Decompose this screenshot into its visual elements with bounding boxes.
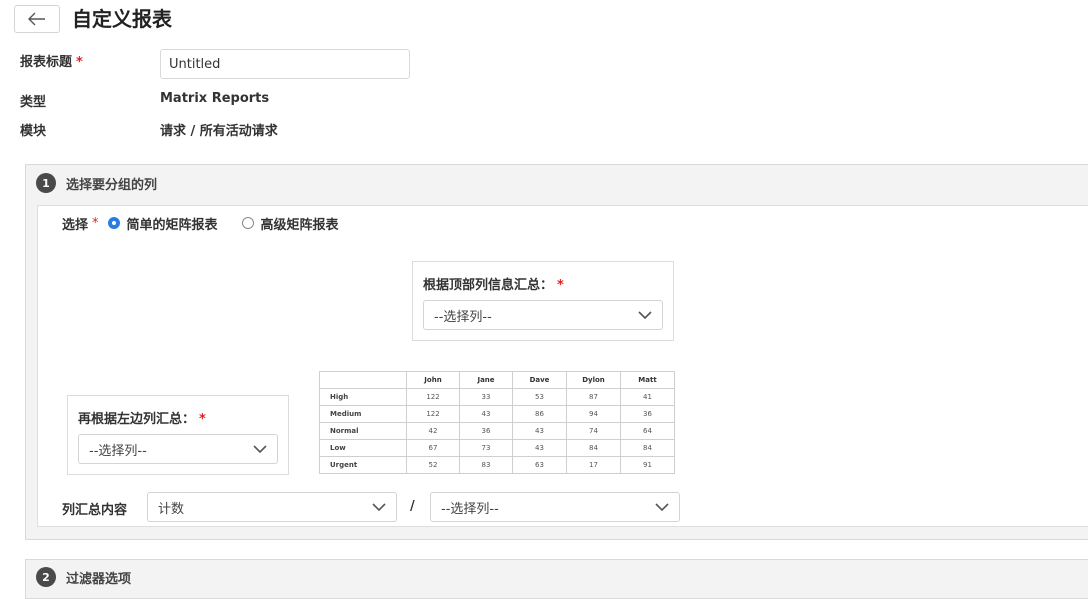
matrix-cell: 36 [620, 405, 675, 423]
required-mark: * [557, 278, 564, 293]
matrix-cell: 87 [566, 388, 621, 406]
step-badge-1: 1 [36, 173, 56, 193]
matrix-cell: 43 [512, 439, 567, 457]
report-title-input[interactable] [160, 49, 410, 79]
matrix-cell: 42 [406, 422, 460, 440]
filter-options-section[interactable] [25, 559, 1088, 599]
step-badge-2: 2 [36, 567, 56, 587]
summary-label: 列汇总内容 [62, 503, 128, 518]
matrix-cell: 33 [459, 388, 513, 406]
matrix-cell: 36 [459, 422, 513, 440]
matrix-cell: 84 [620, 439, 675, 457]
page-title: 自定义报表 [72, 7, 172, 31]
summary-separator: / [410, 499, 415, 514]
report-type-selector: 选择 * 简单的矩阵报表 高级矩阵报表 [62, 214, 339, 233]
matrix-row: Normal 42 36 43 74 64 [319, 422, 675, 440]
section-1-body [37, 205, 1088, 527]
matrix-header-cell: Jane [459, 371, 513, 389]
matrix-cell: 122 [406, 388, 460, 406]
left-column-select-value: --选择列-- [89, 443, 147, 459]
summary-function-value: 计数 [158, 501, 185, 517]
chevron-down-icon [638, 311, 652, 320]
report-title-label: 报表标题 * [20, 51, 83, 70]
matrix-cell: 17 [566, 456, 621, 474]
module-label: 模块 [20, 124, 47, 139]
matrix-preview: John Jane Dave Dylon Matt High 122 33 53… [319, 371, 675, 474]
matrix-header-cell [319, 371, 407, 389]
section-2-title: 过滤器选项 [66, 571, 132, 587]
section-1-title: 选择要分组的列 [66, 177, 158, 193]
matrix-cell: 83 [459, 456, 513, 474]
matrix-row-label: Medium [319, 405, 407, 423]
top-column-select[interactable]: --选择列-- [423, 300, 663, 330]
matrix-row: Low 67 73 43 84 84 [319, 439, 675, 457]
top-column-group-label: 根据顶部列信息汇总： * [423, 274, 564, 293]
matrix-cell: 43 [512, 422, 567, 440]
chevron-down-icon [372, 503, 386, 512]
simple-matrix-label[interactable]: 简单的矩阵报表 [127, 214, 218, 233]
matrix-header-cell: John [406, 371, 460, 389]
chevron-down-icon [253, 445, 267, 454]
arrow-left-icon [28, 12, 45, 26]
advanced-matrix-label[interactable]: 高级矩阵报表 [261, 214, 339, 233]
section-2-header[interactable]: 2 过滤器选项 [36, 567, 131, 587]
type-value: Matrix Reports [160, 91, 270, 106]
left-column-group-label: 再根据左边列汇总： * [78, 408, 206, 427]
matrix-cell: 74 [566, 422, 621, 440]
matrix-cell: 86 [512, 405, 567, 423]
matrix-row: Medium 122 43 86 94 36 [319, 405, 675, 423]
matrix-row-label: Low [319, 439, 407, 457]
matrix-cell: 94 [566, 405, 621, 423]
matrix-header-cell: Dave [512, 371, 567, 389]
matrix-cell: 41 [620, 388, 675, 406]
report-title-label-text: 报表标题 [20, 55, 73, 70]
matrix-cell: 84 [566, 439, 621, 457]
summary-function-select[interactable]: 计数 [147, 492, 397, 522]
matrix-cell: 91 [620, 456, 675, 474]
simple-matrix-radio[interactable] [107, 217, 120, 229]
matrix-cell: 63 [512, 456, 567, 474]
required-mark: * [76, 55, 83, 70]
summary-column-value: --选择列-- [441, 501, 499, 517]
left-column-group-label-text: 再根据左边列汇总： [78, 412, 196, 427]
matrix-row-label: Normal [319, 422, 407, 440]
matrix-cell: 43 [459, 405, 513, 423]
matrix-row-label: Urgent [319, 456, 407, 474]
select-label: 选择 [62, 217, 89, 233]
matrix-header-cell: Dylon [566, 371, 621, 389]
back-button[interactable] [14, 5, 60, 33]
top-column-select-value: --选择列-- [434, 309, 492, 325]
matrix-header-cell: Matt [620, 371, 675, 389]
matrix-row: Urgent 52 83 63 17 91 [319, 456, 675, 474]
required-mark: * [199, 412, 206, 427]
left-column-select[interactable]: --选择列-- [78, 434, 278, 464]
required-mark: * [92, 215, 99, 231]
matrix-cell: 67 [406, 439, 460, 457]
matrix-row-label: High [319, 388, 407, 406]
matrix-cell: 64 [620, 422, 675, 440]
section-1-header: 1 选择要分组的列 [36, 173, 157, 193]
chevron-down-icon [655, 503, 669, 512]
advanced-matrix-radio[interactable] [241, 217, 254, 229]
module-value: 请求 / 所有活动请求 [160, 124, 278, 139]
summary-column-select[interactable]: --选择列-- [430, 492, 680, 522]
matrix-preview-table: John Jane Dave Dylon Matt High 122 33 53… [319, 371, 675, 474]
matrix-header-row: John Jane Dave Dylon Matt [319, 371, 675, 389]
matrix-row: High 122 33 53 87 41 [319, 388, 675, 406]
matrix-cell: 122 [406, 405, 460, 423]
matrix-cell: 53 [512, 388, 567, 406]
type-label: 类型 [20, 95, 47, 110]
matrix-cell: 52 [406, 456, 460, 474]
top-column-group-label-text: 根据顶部列信息汇总： [423, 278, 554, 293]
matrix-cell: 73 [459, 439, 513, 457]
